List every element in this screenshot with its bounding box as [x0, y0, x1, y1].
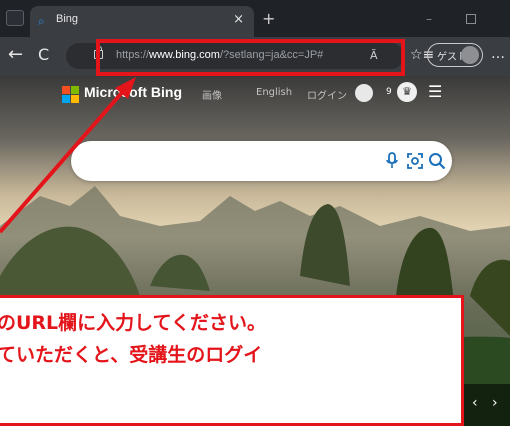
hamburger-menu-icon[interactable]: ☰ — [428, 82, 442, 101]
url-host: www.bing.com — [149, 49, 220, 61]
search-input[interactable] — [71, 141, 452, 181]
user-avatar-icon[interactable] — [355, 84, 373, 102]
nav-login[interactable]: ログイン — [307, 87, 347, 102]
instruction-caption: のURL欄に入力してください。 ていただくと、受講生のログイ — [0, 295, 464, 426]
address-bar[interactable]: https://www.bing.com/?setlang=ja&cc=JP# … — [66, 43, 404, 69]
carousel-next-button[interactable]: › — [492, 395, 498, 411]
tab-actions-icon[interactable] — [6, 10, 24, 26]
browser-toolbar: ← C https://www.bing.com/?setlang=ja&cc=… — [0, 37, 510, 76]
title-bar: ⌕ Bing × + – — [0, 0, 510, 37]
lock-icon[interactable] — [94, 46, 103, 59]
browser-window: ⌕ Bing × + – ← C https://www.bing.com/?s… — [0, 0, 510, 426]
profile-button[interactable]: ゲスト — [427, 43, 483, 67]
more-icon[interactable]: … — [491, 46, 505, 62]
carousel-controls: ‹ › — [464, 384, 510, 426]
nav-english[interactable]: English — [256, 87, 292, 98]
url-text[interactable]: https://www.bing.com/?setlang=ja&cc=JP# — [116, 49, 323, 61]
caption-line-2: ていただくと、受講生のログイ — [0, 344, 263, 366]
bing-favicon-icon: ⌕ — [38, 14, 45, 28]
search-icon[interactable] — [428, 152, 446, 170]
url-path: /?setlang=ja&cc=JP# — [219, 49, 324, 61]
minimize-icon[interactable]: – — [426, 12, 432, 26]
url-prefix: https:// — [116, 49, 150, 61]
back-button[interactable]: ← — [8, 46, 23, 64]
caption-line-1: のURL欄に入力してください。 — [0, 312, 267, 334]
logo-square-blue — [62, 95, 70, 103]
logo-square-green — [71, 86, 79, 94]
logo-square-yellow — [71, 95, 79, 103]
avatar-icon — [461, 46, 479, 64]
microphone-icon[interactable] — [385, 152, 399, 170]
logo-square-red — [62, 86, 70, 94]
read-aloud-icon[interactable]: Ã — [370, 49, 378, 62]
maximize-icon[interactable] — [466, 14, 476, 24]
rewards-icon[interactable]: ♛ — [397, 82, 417, 102]
refresh-button[interactable]: C — [38, 46, 49, 64]
tab-bing[interactable]: ⌕ Bing × — [30, 6, 254, 37]
nav-images[interactable]: 画像 — [202, 87, 222, 102]
tab-title: Bing — [56, 13, 79, 25]
new-tab-button[interactable]: + — [262, 11, 275, 27]
microsoft-logo-icon — [62, 86, 79, 103]
bing-wordmark: Microsoft Bing — [84, 84, 182, 100]
visual-search-icon[interactable] — [406, 152, 424, 170]
carousel-prev-button[interactable]: ‹ — [472, 395, 478, 411]
close-tab-icon[interactable]: × — [233, 12, 244, 27]
rewards-points: 9 — [386, 87, 392, 97]
